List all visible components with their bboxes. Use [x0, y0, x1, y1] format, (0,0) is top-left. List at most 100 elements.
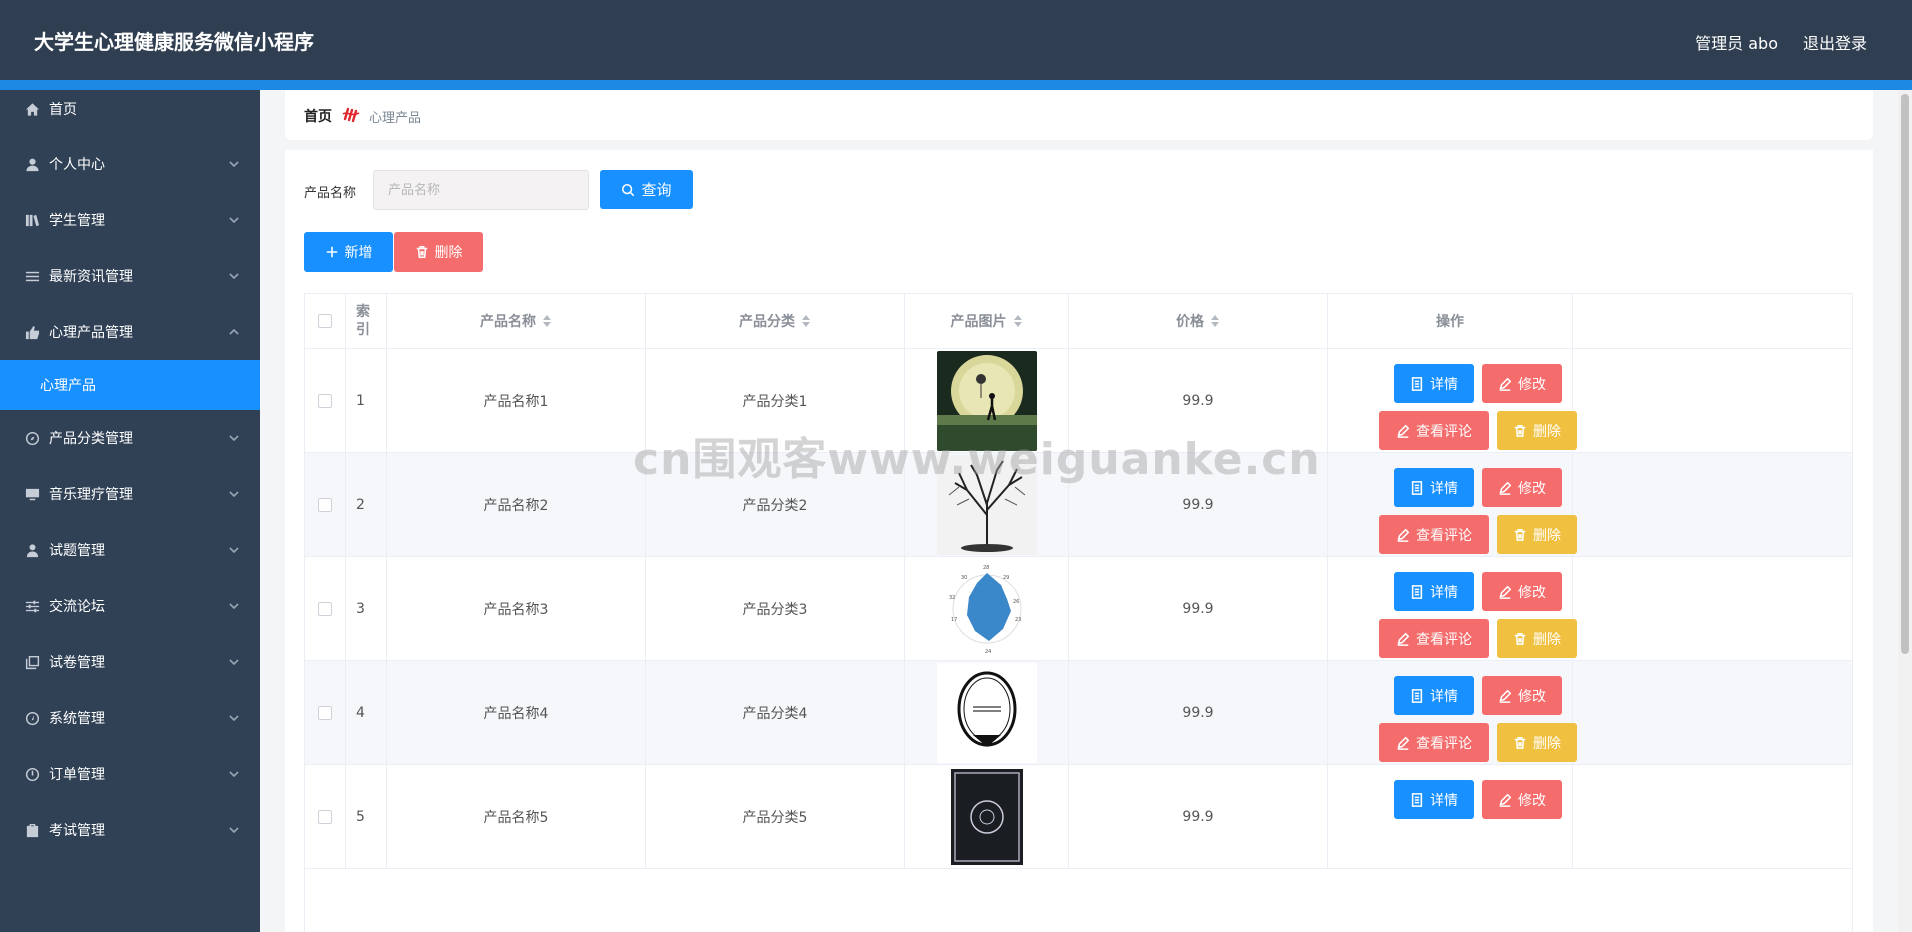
sidebar-item-label: 考试管理	[49, 823, 105, 839]
delete-button[interactable]: 删除	[1497, 411, 1577, 450]
row-checkbox[interactable]	[318, 393, 332, 408]
view-comments-button[interactable]: 查看评论	[1379, 411, 1489, 450]
header-product-image[interactable]: 产品图片	[905, 294, 1069, 348]
delete-button[interactable]: 删除	[1497, 619, 1577, 658]
chevron-down-icon	[228, 544, 240, 556]
view-comments-button[interactable]: 查看评论	[1379, 619, 1489, 658]
breadcrumb-current: 心理产品	[369, 111, 422, 126]
edit-button[interactable]: 修改	[1482, 364, 1562, 403]
detail-button[interactable]: 详情	[1394, 780, 1474, 819]
moon-child-image[interactable]	[936, 350, 1037, 451]
sidebar-item-label: 试题管理	[49, 543, 105, 559]
table-header-row: 索引 产品名称 产品分类 产品图片 价格 操作	[305, 294, 1852, 349]
sidebar-item-home[interactable]: 首页	[0, 90, 260, 128]
row-price: 99.9	[1069, 453, 1328, 556]
delete-button[interactable]: 删除	[1497, 723, 1577, 762]
header-actions: 操作	[1328, 294, 1573, 348]
sidebar-item-orders[interactable]: 订单管理	[0, 746, 260, 802]
chevron-down-icon	[228, 600, 240, 612]
header-price[interactable]: 价格	[1069, 294, 1328, 348]
view-comments-button[interactable]: 查看评论	[1379, 723, 1489, 762]
detail-button[interactable]: 详情	[1394, 572, 1474, 611]
row-price: 99.9	[1069, 661, 1328, 764]
chevron-down-icon	[228, 158, 240, 170]
sidebar-item-news[interactable]: 最新资讯管理	[0, 248, 260, 304]
batch-delete-button-label: 删除	[434, 245, 463, 261]
tree-image[interactable]	[936, 454, 1037, 555]
test-badge-image[interactable]	[936, 662, 1037, 763]
app-header: 大学生心理健康服务微信小程序 管理员 abo 退出登录	[0, 0, 1912, 80]
view-comments-button[interactable]: 查看评论	[1379, 515, 1489, 554]
row-index: 3	[346, 557, 387, 660]
header-product-category[interactable]: 产品分类	[646, 294, 905, 348]
detail-button[interactable]: 详情	[1394, 676, 1474, 715]
row-checkbox[interactable]	[318, 809, 332, 824]
detail-button[interactable]: 详情	[1394, 468, 1474, 507]
sort-icon[interactable]	[801, 314, 811, 328]
sidebar-item-label: 系统管理	[49, 711, 105, 727]
product-name-search-input[interactable]	[373, 170, 589, 210]
sidebar-item-system[interactable]: 系统管理	[0, 690, 260, 746]
sidebar-item-exams[interactable]: 考试管理	[0, 802, 260, 858]
document-icon	[1411, 376, 1423, 391]
sidebar-item-products[interactable]: 心理产品管理	[0, 304, 260, 360]
row-product-category: 产品分类5	[646, 765, 905, 868]
sort-icon[interactable]	[1210, 314, 1220, 328]
row-checkbox[interactable]	[318, 705, 332, 720]
edit-button[interactable]: 修改	[1482, 468, 1562, 507]
edit-icon	[1499, 481, 1512, 495]
page-scrollbar-thumb[interactable]	[1901, 94, 1909, 654]
monitor-icon	[24, 486, 40, 502]
chevron-down-icon	[228, 214, 240, 226]
svg-text:32: 32	[949, 595, 955, 601]
edit-button[interactable]: 修改	[1482, 676, 1562, 715]
edit-icon	[1397, 632, 1410, 646]
row-index: 4	[346, 661, 387, 764]
sort-icon[interactable]	[1013, 314, 1023, 328]
row-checkbox[interactable]	[318, 497, 332, 512]
sidebar-item-students[interactable]: 学生管理	[0, 192, 260, 248]
sort-icon[interactable]	[542, 314, 552, 328]
edit-button[interactable]: 修改	[1482, 572, 1562, 611]
row-actions: 详情 修改 查看评论 删除	[1328, 453, 1577, 556]
edit-button[interactable]: 修改	[1482, 780, 1562, 819]
dial-icon	[24, 766, 40, 782]
query-button[interactable]: 查询	[600, 170, 693, 209]
chevron-down-icon	[228, 656, 240, 668]
svg-text:29: 29	[1003, 575, 1009, 581]
select-all-checkbox[interactable]	[318, 314, 332, 328]
ornate-card-image[interactable]	[936, 766, 1037, 867]
query-button-label: 查询	[641, 181, 672, 199]
edit-icon	[1499, 689, 1512, 703]
home-icon	[24, 101, 40, 117]
batch-delete-button[interactable]: 删除	[394, 232, 483, 272]
radar-chart-image[interactable]: 28 26 23 24 17 32 30 29	[936, 558, 1037, 659]
document-icon	[1411, 480, 1423, 495]
row-product-category: 产品分类4	[646, 661, 905, 764]
sidebar-subitem-products[interactable]: 心理产品	[0, 360, 260, 410]
add-button[interactable]: 新增	[304, 232, 393, 272]
sidebar-item-papers[interactable]: 试卷管理	[0, 634, 260, 690]
sliders-icon	[24, 598, 40, 614]
delete-button[interactable]: 删除	[1497, 515, 1577, 554]
sidebar-item-personal[interactable]: 个人中心	[0, 136, 260, 192]
product-icon	[24, 324, 40, 340]
sidebar-item-questions[interactable]: 试题管理	[0, 522, 260, 578]
logout-button[interactable]: 退出登录	[1803, 30, 1867, 54]
add-button-label: 新增	[344, 245, 373, 261]
compass-icon	[24, 430, 40, 446]
row-checkbox[interactable]	[318, 601, 332, 616]
breadcrumb-home[interactable]: 首页	[304, 106, 332, 126]
detail-button[interactable]: 详情	[1394, 364, 1474, 403]
current-user: 管理员 abo	[1695, 34, 1778, 53]
user-icon	[24, 156, 40, 172]
header-product-name[interactable]: 产品名称	[387, 294, 646, 348]
edit-icon	[1499, 793, 1512, 807]
breadcrumb-separator-icon	[341, 105, 361, 125]
sidebar-item-forum[interactable]: 交流论坛	[0, 578, 260, 634]
edit-icon	[1499, 585, 1512, 599]
sidebar-item-music[interactable]: 音乐理疗管理	[0, 466, 260, 522]
sidebar-item-categories[interactable]: 产品分类管理	[0, 410, 260, 466]
chevron-down-icon	[228, 270, 240, 282]
trash-icon	[1514, 632, 1526, 645]
